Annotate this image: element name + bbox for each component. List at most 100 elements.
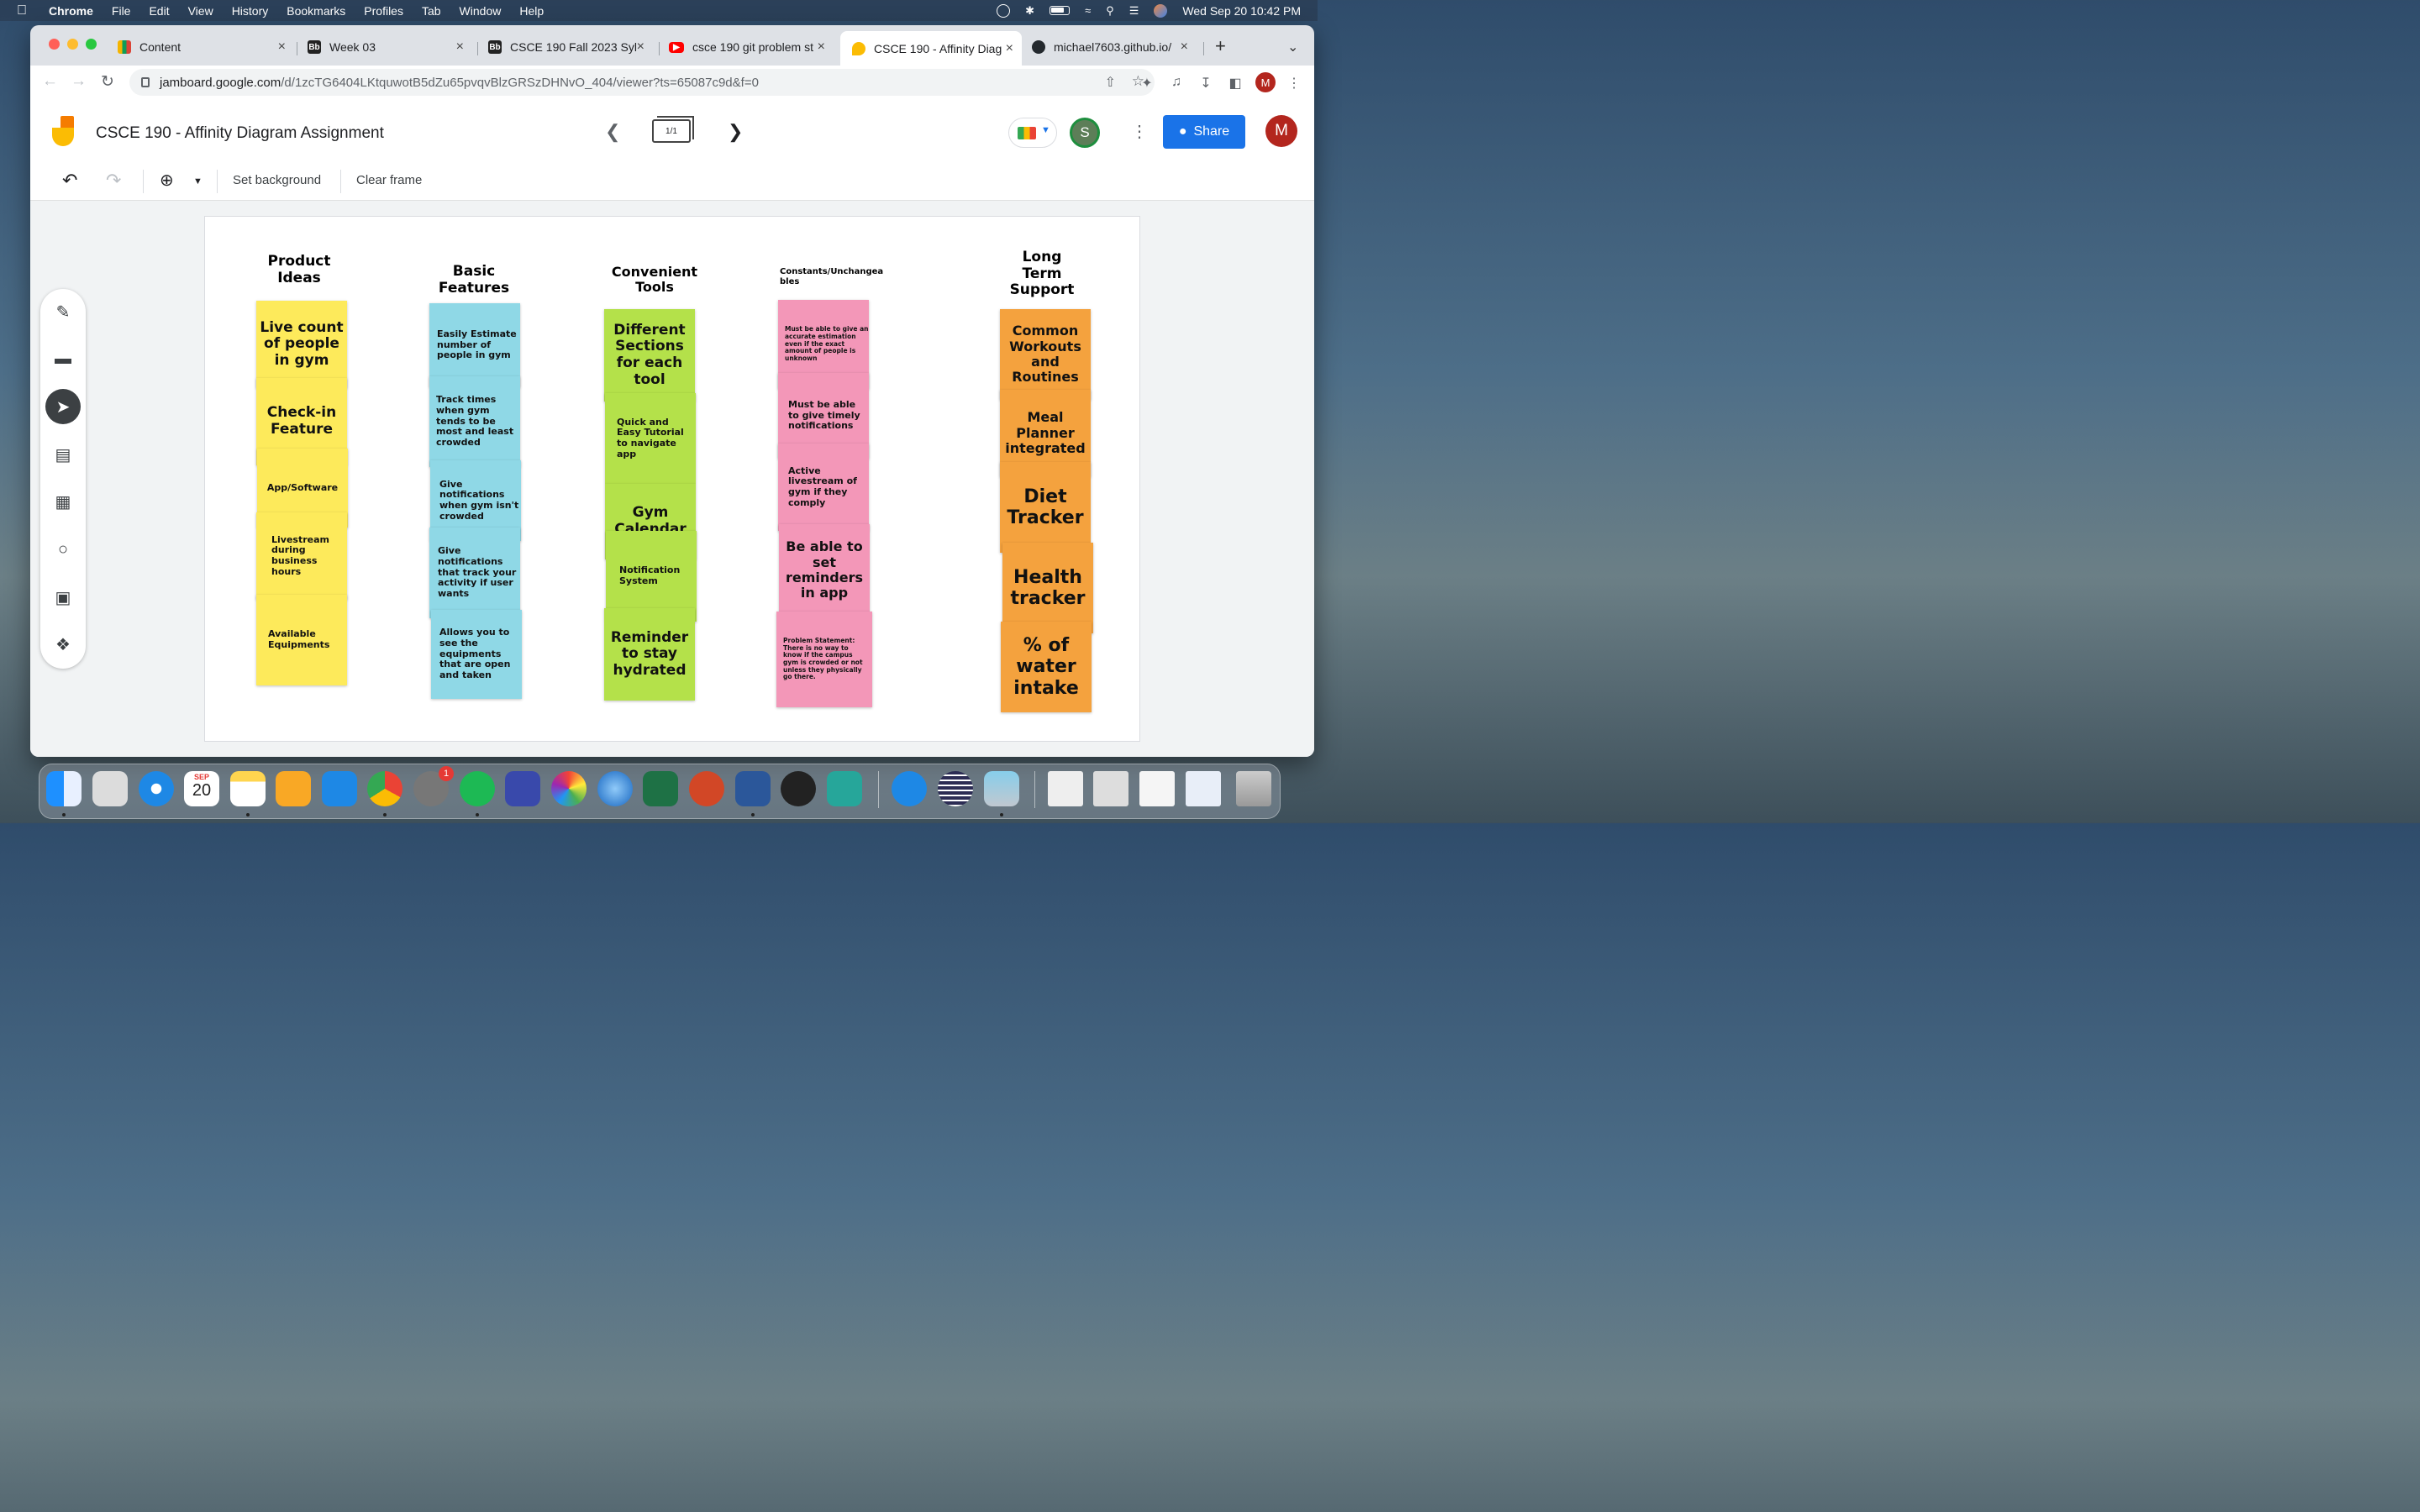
- extensions-icon[interactable]: ✦: [1139, 75, 1155, 91]
- close-tab-icon[interactable]: ×: [456, 39, 464, 55]
- menu-view[interactable]: View: [188, 4, 213, 18]
- pen-tool-icon[interactable]: ✎: [45, 294, 81, 329]
- download-icon[interactable]: ↧: [1198, 75, 1213, 91]
- tab-github[interactable]: michael7603.github.io/ ×: [1032, 34, 1197, 60]
- excel-icon[interactable]: [643, 771, 678, 806]
- sticky-note[interactable]: Different Sections for each tool: [604, 309, 695, 402]
- menu-file[interactable]: File: [112, 4, 131, 18]
- wifi-icon[interactable]: ≈: [1085, 4, 1091, 17]
- sticky-note[interactable]: Available Equipments: [256, 595, 347, 685]
- new-tab-button[interactable]: +: [1215, 35, 1226, 57]
- menu-bookmarks[interactable]: Bookmarks: [287, 4, 345, 18]
- sticky-note[interactable]: Health tracker: [1002, 543, 1093, 633]
- tab-search-chevron-icon[interactable]: ⌄: [1287, 39, 1298, 55]
- sticky-note[interactable]: Be able to set reminders in app: [779, 524, 870, 617]
- clear-frame-button[interactable]: Clear frame: [356, 173, 422, 187]
- next-frame-button[interactable]: ❯: [728, 121, 743, 143]
- menu-profiles[interactable]: Profiles: [364, 4, 403, 18]
- share-button[interactable]: ● Share: [1163, 115, 1245, 149]
- play-status-icon[interactable]: [997, 3, 1011, 18]
- obs-icon[interactable]: [781, 771, 816, 806]
- zoom-icon[interactable]: ⊕: [160, 170, 174, 191]
- sticky-note[interactable]: Reminder to stay hydrated: [604, 608, 695, 701]
- launchpad-icon[interactable]: [92, 771, 128, 806]
- close-window-button[interactable]: [49, 39, 60, 50]
- jam-canvas[interactable]: Product Ideas Basic Features Convenient …: [205, 217, 1139, 741]
- side-panel-icon[interactable]: ◧: [1228, 75, 1243, 91]
- menu-edit[interactable]: Edit: [149, 4, 169, 18]
- close-tab-icon[interactable]: ×: [637, 39, 644, 55]
- calendar-icon[interactable]: SEP 20: [184, 771, 219, 806]
- sticky-note[interactable]: Track times when gym tends to be most an…: [429, 376, 520, 467]
- menu-help[interactable]: Help: [519, 4, 544, 18]
- sticky-note[interactable]: Livestream during business hours: [256, 512, 347, 600]
- sticky-note[interactable]: Problem Statement: There is no way to kn…: [776, 612, 872, 707]
- sticky-note[interactable]: % of water intake: [1001, 622, 1092, 712]
- minimized-window-thumbnail[interactable]: [1186, 771, 1221, 806]
- eraser-tool-icon[interactable]: ▬: [45, 341, 81, 376]
- control-center-icon[interactable]: ☰: [1129, 4, 1139, 18]
- tab-syllabus[interactable]: Bb CSCE 190 Fall 2023 Syl ×: [488, 34, 653, 60]
- address-bar[interactable]: jamboard.google.com/d/1zcTG6404LKtquwotB…: [129, 69, 1155, 96]
- reload-button[interactable]: ↻: [101, 72, 114, 92]
- chrome-icon[interactable]: [367, 771, 402, 806]
- close-tab-icon[interactable]: ×: [1006, 41, 1013, 56]
- tab-content[interactable]: Content ×: [118, 34, 294, 60]
- jamboard-logo-icon[interactable]: [52, 116, 77, 148]
- lock-icon[interactable]: [141, 77, 150, 87]
- menu-window[interactable]: Window: [460, 4, 502, 18]
- menu-app-name[interactable]: Chrome: [49, 4, 93, 18]
- undo-icon[interactable]: ↶: [62, 170, 77, 192]
- redo-icon[interactable]: ↷: [106, 170, 121, 192]
- add-image-tool-icon[interactable]: ▦: [45, 484, 81, 519]
- select-tool-icon[interactable]: ➤: [45, 389, 81, 424]
- pages-icon[interactable]: [276, 771, 311, 806]
- powerpoint-icon[interactable]: [689, 771, 724, 806]
- browser-profile-avatar[interactable]: M: [1255, 72, 1276, 92]
- document-title[interactable]: CSCE 190 - Affinity Diagram Assignment: [96, 124, 384, 143]
- zoom-window-button[interactable]: [86, 39, 97, 50]
- back-button[interactable]: ←: [42, 72, 58, 91]
- sticky-note-tool-icon[interactable]: ▤: [45, 437, 81, 472]
- siri-icon[interactable]: [1154, 3, 1168, 18]
- forward-button[interactable]: →: [71, 72, 87, 91]
- terminal-app-icon[interactable]: [827, 771, 862, 806]
- share-page-icon[interactable]: ⇧: [1105, 74, 1116, 91]
- network-utility-icon[interactable]: [597, 771, 633, 806]
- menu-clock[interactable]: Wed Sep 20 10:42 PM: [1182, 4, 1301, 18]
- app-store-icon[interactable]: [322, 771, 357, 806]
- set-background-button[interactable]: Set background: [233, 173, 321, 187]
- minimized-window-thumbnail[interactable]: [1093, 771, 1128, 806]
- xcode-icon[interactable]: [892, 771, 927, 806]
- menu-tab[interactable]: Tab: [422, 4, 441, 18]
- media-playlist-icon[interactable]: ♫: [1169, 75, 1184, 90]
- text-box-tool-icon[interactable]: ▣: [45, 580, 81, 615]
- pencil-app-icon[interactable]: [505, 771, 540, 806]
- circle-shape-tool-icon[interactable]: ○: [45, 532, 81, 567]
- notes-icon[interactable]: [230, 771, 266, 806]
- close-tab-icon[interactable]: ×: [818, 39, 825, 55]
- sticky-note[interactable]: Easily Estimate number of people in gym: [429, 303, 520, 387]
- trash-icon[interactable]: [1236, 771, 1271, 806]
- minimize-window-button[interactable]: [67, 39, 78, 50]
- user-avatar[interactable]: M: [1265, 115, 1297, 147]
- more-options-icon[interactable]: ⋮: [1131, 121, 1148, 142]
- battery-icon[interactable]: [1050, 6, 1071, 15]
- zoom-dropdown-chevron-icon[interactable]: ▼: [193, 176, 203, 186]
- minimized-window-thumbnail[interactable]: [1048, 771, 1083, 806]
- laser-tool-icon[interactable]: ❖: [45, 627, 81, 662]
- sticky-note[interactable]: Give notifications that track your activ…: [429, 528, 520, 618]
- menu-history[interactable]: History: [232, 4, 269, 18]
- tab-jamboard-active[interactable]: CSCE 190 - Affinity Diag ×: [840, 31, 1022, 66]
- tab-week-03[interactable]: Bb Week 03 ×: [308, 34, 472, 60]
- frame-bar-button[interactable]: 1/1: [652, 116, 694, 143]
- preview-icon[interactable]: [984, 771, 1019, 806]
- collaborator-avatar[interactable]: S: [1070, 118, 1100, 148]
- apple-icon[interactable]: : [17, 3, 34, 18]
- previous-frame-button[interactable]: ❮: [605, 121, 620, 143]
- safari-icon[interactable]: [139, 771, 174, 806]
- bluetooth-icon[interactable]: ✱: [1025, 4, 1034, 18]
- spotify-icon[interactable]: [460, 771, 495, 806]
- finder-icon[interactable]: [46, 771, 82, 806]
- meet-button[interactable]: ▼: [1008, 118, 1057, 148]
